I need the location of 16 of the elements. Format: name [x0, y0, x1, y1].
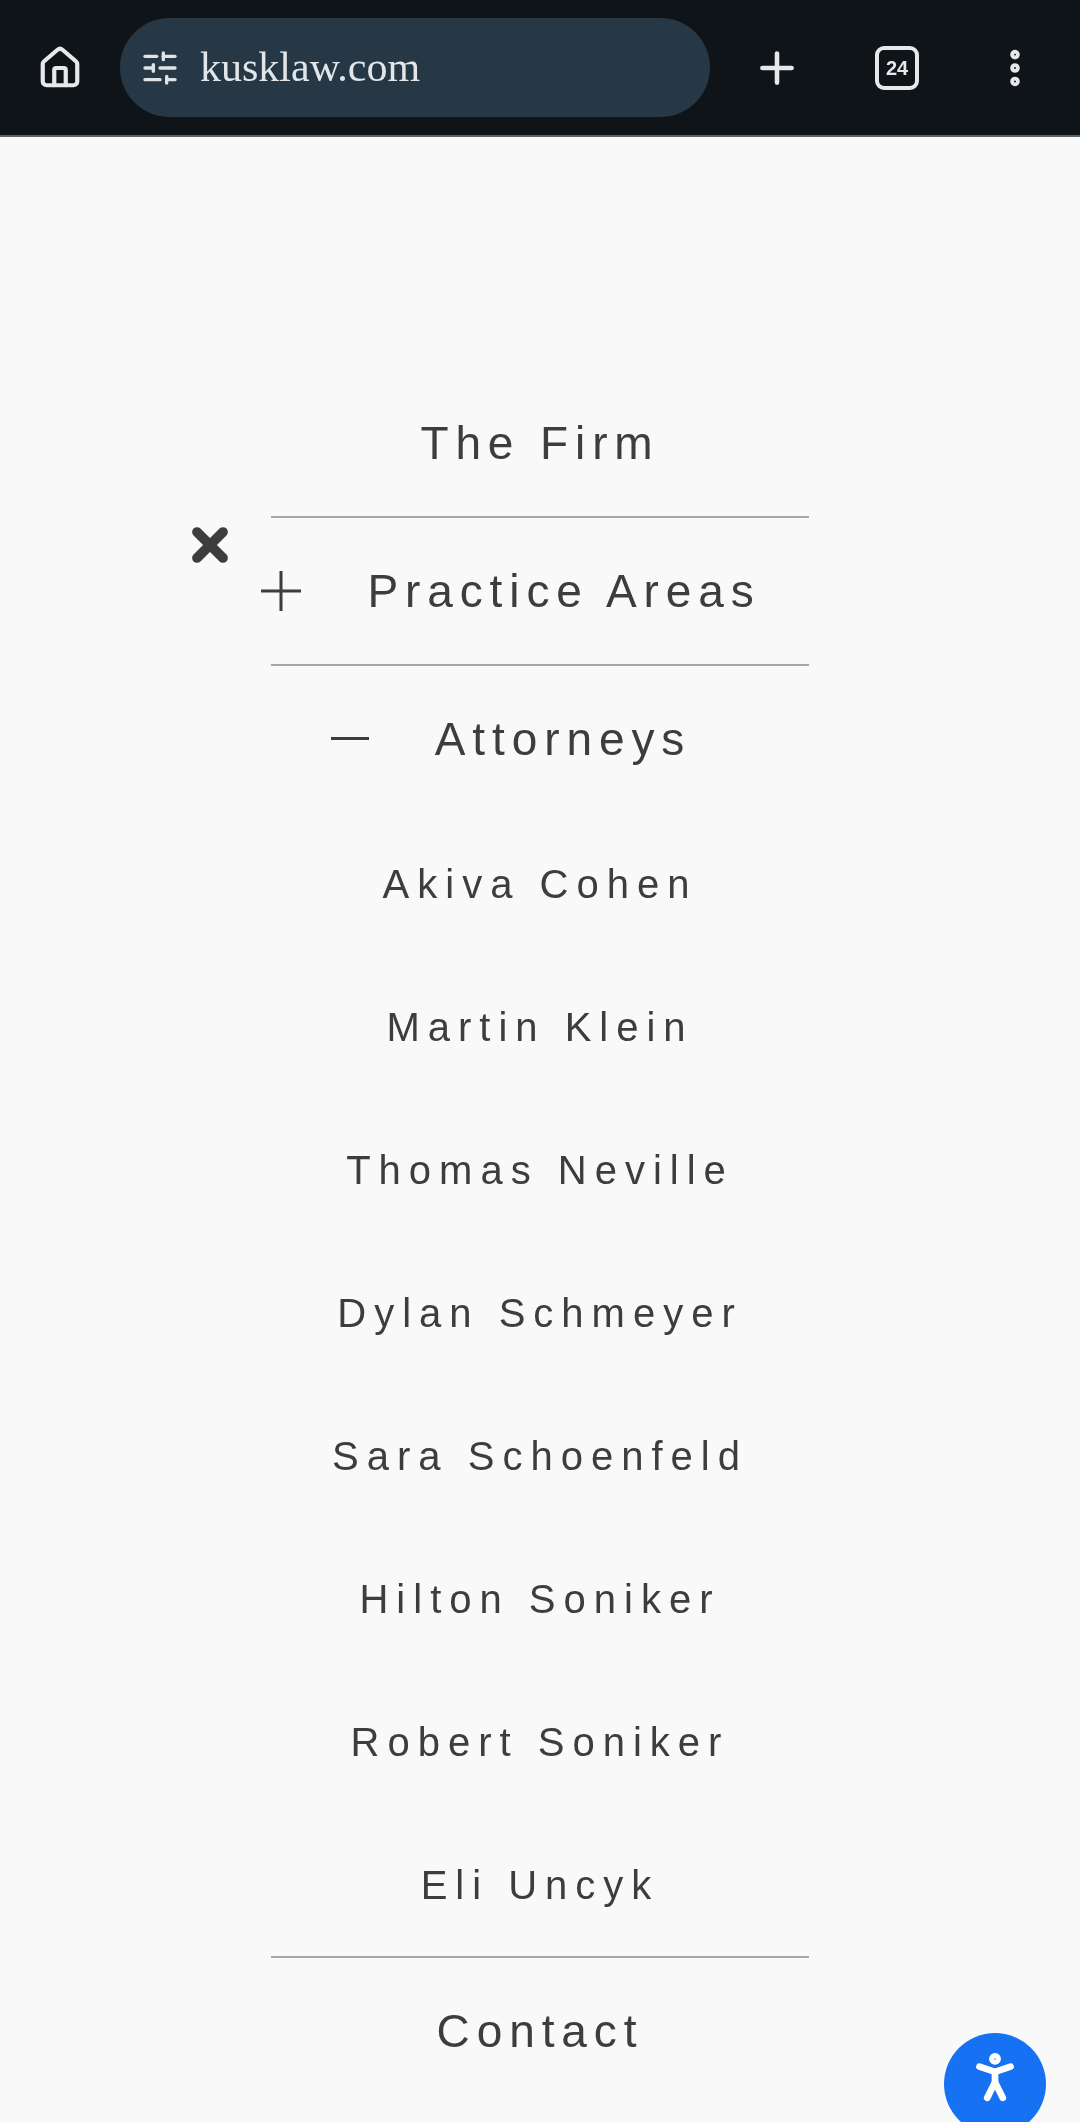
attorney-link[interactable]: Eli Uncyk — [420, 1864, 660, 1905]
url-text: kusklaw.com — [200, 43, 421, 92]
attorney-link[interactable]: Robert Soniker — [350, 1721, 730, 1762]
menu-link[interactable]: Contact — [436, 2008, 644, 2054]
tab-count-button[interactable]: 24 — [875, 45, 919, 90]
attorney-link[interactable]: Martin Klein — [386, 1006, 694, 1047]
plus-icon[interactable] — [261, 571, 302, 611]
attorney-link[interactable]: Akiva Cohen — [382, 863, 698, 904]
minus-icon[interactable] — [330, 737, 369, 741]
menu-link[interactable]: Practice Areas — [367, 568, 761, 614]
attorney-link[interactable]: Hilton Soniker — [359, 1578, 721, 1619]
attorney-link[interactable]: Sara Schoenfeld — [332, 1435, 748, 1476]
menu-link[interactable]: The Firm — [420, 420, 660, 466]
attorney-link[interactable]: Dylan Schmeyer — [337, 1292, 743, 1333]
address-bar[interactable]: kusklaw.com — [120, 18, 710, 117]
attorney-link[interactable]: Thomas Neville — [346, 1149, 734, 1190]
